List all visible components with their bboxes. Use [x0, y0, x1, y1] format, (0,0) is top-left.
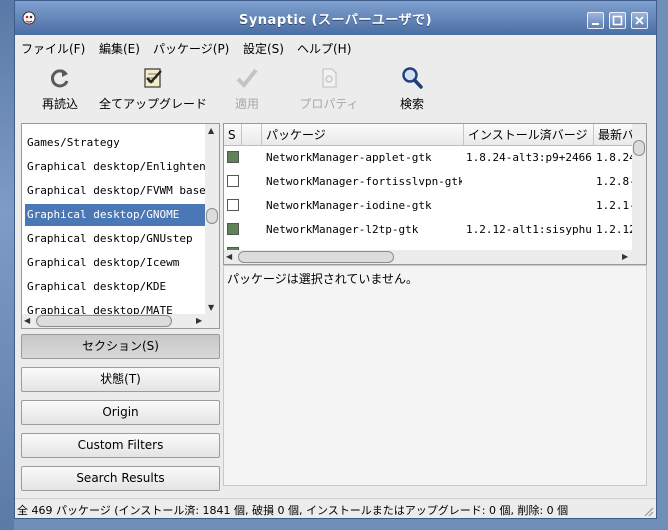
upgrade-all-icon — [144, 68, 162, 88]
menu-bar: ファイル(F) 編集(E) パッケージ(P) 設定(S) ヘルプ(H) — [15, 36, 656, 58]
toolbar: 再読込 全てアップグレード 適用 プロパティ 検索 — [15, 59, 656, 117]
package-name: NetworkManager-iodine-gtk — [266, 199, 432, 212]
search-icon — [402, 67, 423, 89]
package-status-checkbox[interactable] — [227, 223, 239, 235]
minimize-icon — [592, 23, 599, 25]
table-row[interactable]: NetworkManager-l2tp-gtk 1.2.12-alt1:sisy… — [224, 218, 634, 242]
package-scroll-thumb[interactable] — [633, 140, 645, 156]
menu-help[interactable]: ヘルプ(H) — [297, 40, 351, 57]
table-row[interactable] — [224, 242, 634, 250]
menu-settings[interactable]: 設定(S) — [243, 40, 284, 57]
resize-grip-icon[interactable] — [642, 505, 654, 517]
section-item[interactable]: Graphical desktop/GNUstep — [25, 228, 207, 250]
menu-file[interactable]: ファイル(F) — [21, 40, 85, 57]
desktop-background — [0, 0, 14, 530]
reload-label: 再読込 — [41, 97, 78, 111]
section-horizontal-scrollbar[interactable]: ◀ ▶ — [22, 314, 219, 328]
package-name: NetworkManager-fortisslvpn-gtk — [266, 175, 462, 188]
checkmark-icon — [236, 68, 258, 88]
close-button[interactable] — [631, 12, 648, 29]
search-results-button[interactable]: Search Results — [21, 466, 220, 491]
package-name: NetworkManager-applet-gtk — [266, 151, 432, 164]
properties-icon — [322, 68, 337, 88]
column-package-header[interactable]: パッケージ — [262, 124, 464, 146]
maximize-button[interactable] — [609, 12, 626, 29]
section-item[interactable]: Graphical desktop/KDE — [25, 276, 207, 298]
section-hscroll-thumb[interactable] — [36, 315, 172, 327]
apply-label: 適用 — [234, 97, 259, 111]
close-icon — [635, 16, 644, 25]
reload-icon — [51, 69, 69, 88]
section-list: Games/Strategy Graphical desktop/Enlight… — [21, 123, 220, 329]
table-row[interactable]: NetworkManager-applet-gtk 1.8.24-alt3:p9… — [224, 146, 634, 170]
properties-label: プロパティ — [299, 97, 359, 111]
properties-button[interactable]: プロパティ — [297, 59, 361, 115]
latest-version: 1.2.1- — [596, 199, 634, 212]
status-bar: 全 469 パッケージ (インストール済: 1841 個, 破損 0 個, イン… — [15, 498, 656, 518]
column-support-header[interactable] — [242, 124, 262, 146]
scroll-right-icon[interactable]: ▶ — [622, 252, 628, 261]
column-status-header[interactable]: S — [224, 124, 242, 146]
section-vertical-scrollbar[interactable]: ▲ ▼ — [205, 124, 219, 314]
column-latest-version-header[interactable]: 最新バ — [594, 124, 634, 146]
section-item[interactable]: Graphical desktop/Enlightenment — [25, 156, 207, 178]
package-description-panel: パッケージは選択されていません。 — [223, 265, 647, 486]
latest-version: 1.8.24 — [596, 151, 634, 164]
package-status-checkbox[interactable] — [227, 151, 239, 163]
status-bar-text: 全 469 パッケージ (インストール済: 1841 個, 破損 0 個, イン… — [17, 504, 569, 517]
latest-version: 1.2.8- — [596, 175, 634, 188]
package-status-checkbox[interactable] — [227, 175, 239, 187]
origin-filter-button[interactable]: Origin — [21, 400, 220, 425]
no-package-selected-text: パッケージは選択されていません。 — [227, 272, 419, 286]
status-filter-button[interactable]: 状態(T) — [21, 367, 220, 392]
scroll-left-icon[interactable]: ◀ — [226, 252, 232, 261]
package-hscroll-thumb[interactable] — [238, 251, 394, 263]
apply-button[interactable]: 適用 — [225, 59, 269, 115]
title-bar[interactable]: Synaptic (スーパーユーザで) — [15, 1, 656, 35]
column-installed-version-header[interactable]: インストール済バージ — [464, 124, 594, 146]
table-row[interactable]: NetworkManager-fortisslvpn-gtk 1.2.8- — [224, 170, 634, 194]
section-item[interactable]: Graphical desktop/Icewm — [25, 252, 207, 274]
upgrade-all-button[interactable]: 全てアップグレード — [95, 59, 211, 115]
package-horizontal-scrollbar[interactable]: ◀ ▶ — [224, 250, 646, 264]
menu-package[interactable]: パッケージ(P) — [153, 40, 229, 57]
latest-version: 1.2.12 — [596, 223, 634, 236]
installed-version: 1.2.12-alt1:sisyphus+ — [466, 223, 592, 236]
menu-edit[interactable]: 編集(E) — [99, 40, 140, 57]
scroll-right-icon[interactable]: ▶ — [196, 316, 202, 325]
search-label: 検索 — [399, 97, 424, 111]
search-button[interactable]: 検索 — [391, 59, 433, 115]
sections-filter-button[interactable]: セクション(S) — [21, 334, 220, 359]
package-vertical-scrollbar[interactable] — [632, 124, 646, 250]
scroll-up-icon[interactable]: ▲ — [208, 126, 214, 135]
package-status-checkbox[interactable] — [227, 199, 239, 211]
section-item[interactable]: Games/Strategy — [25, 132, 207, 154]
scroll-down-icon[interactable]: ▼ — [208, 303, 214, 312]
installed-version: 1.8.24-alt3:p9+246648 — [466, 151, 592, 164]
section-scroll-thumb[interactable] — [206, 208, 218, 224]
window-title: Synaptic (スーパーユーザで) — [238, 13, 433, 28]
maximize-icon — [612, 15, 623, 26]
package-list: S パッケージ インストール済バージ 最新バ NetworkManager-ap… — [223, 123, 647, 265]
custom-filters-button[interactable]: Custom Filters — [21, 433, 220, 458]
section-item-selected[interactable]: Graphical desktop/GNOME — [25, 204, 207, 226]
table-row[interactable]: NetworkManager-iodine-gtk 1.2.1- — [224, 194, 634, 218]
package-name: NetworkManager-l2tp-gtk — [266, 223, 419, 236]
section-item[interactable]: Graphical desktop/FVWM based — [25, 180, 207, 202]
synaptic-window: Synaptic (スーパーユーザで) ファイル(F) 編集(E) パッケージ(… — [14, 0, 657, 519]
scroll-left-icon[interactable]: ◀ — [24, 316, 30, 325]
reload-button[interactable]: 再読込 — [35, 59, 85, 115]
minimize-button[interactable] — [587, 12, 604, 29]
upgrade-all-label: 全てアップグレード — [98, 97, 207, 111]
